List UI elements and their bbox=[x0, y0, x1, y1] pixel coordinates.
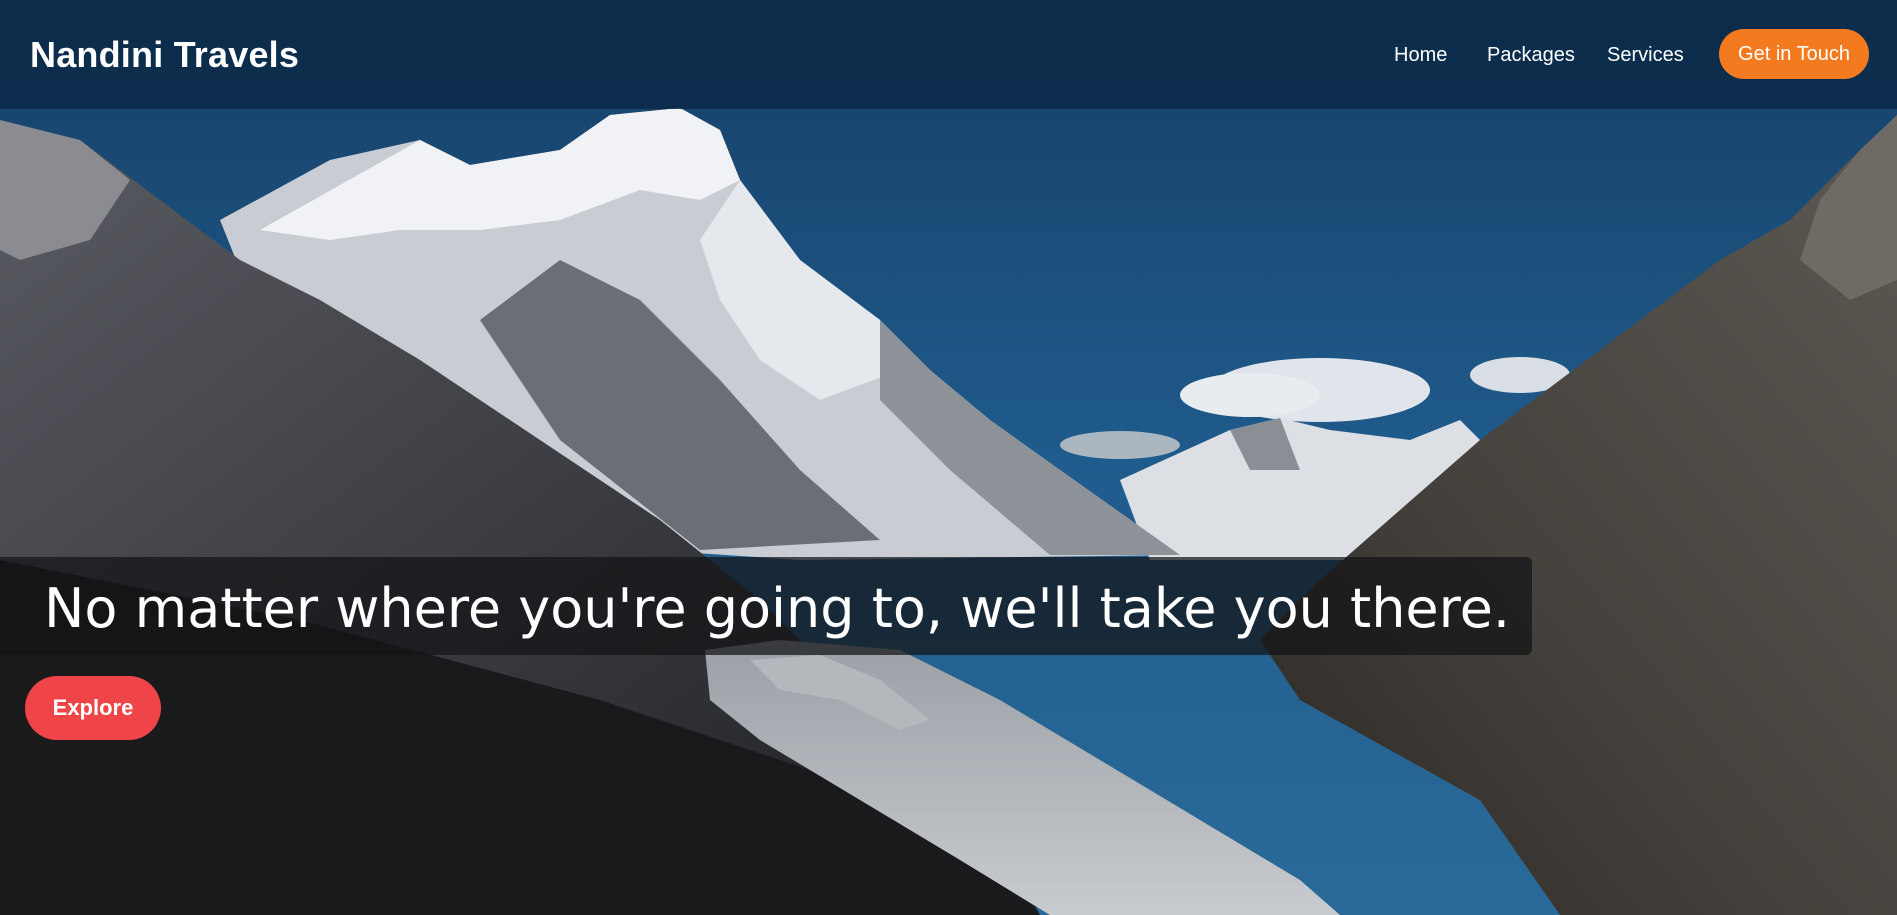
explore-button[interactable]: Explore bbox=[25, 676, 161, 740]
brand-logo[interactable]: Nandini Travels bbox=[30, 34, 299, 76]
nav-link-packages[interactable]: Packages bbox=[1487, 44, 1575, 67]
nav-link-home[interactable]: Home bbox=[1394, 44, 1447, 67]
get-in-touch-button[interactable]: Get in Touch bbox=[1719, 29, 1869, 79]
navbar: Nandini Travels Home Packages Services G… bbox=[0, 0, 1897, 109]
hero-tagline: No matter where you're going to, we'll t… bbox=[44, 577, 1511, 640]
hero-background-image bbox=[0, 0, 1897, 915]
nav-link-services[interactable]: Services bbox=[1607, 44, 1684, 67]
